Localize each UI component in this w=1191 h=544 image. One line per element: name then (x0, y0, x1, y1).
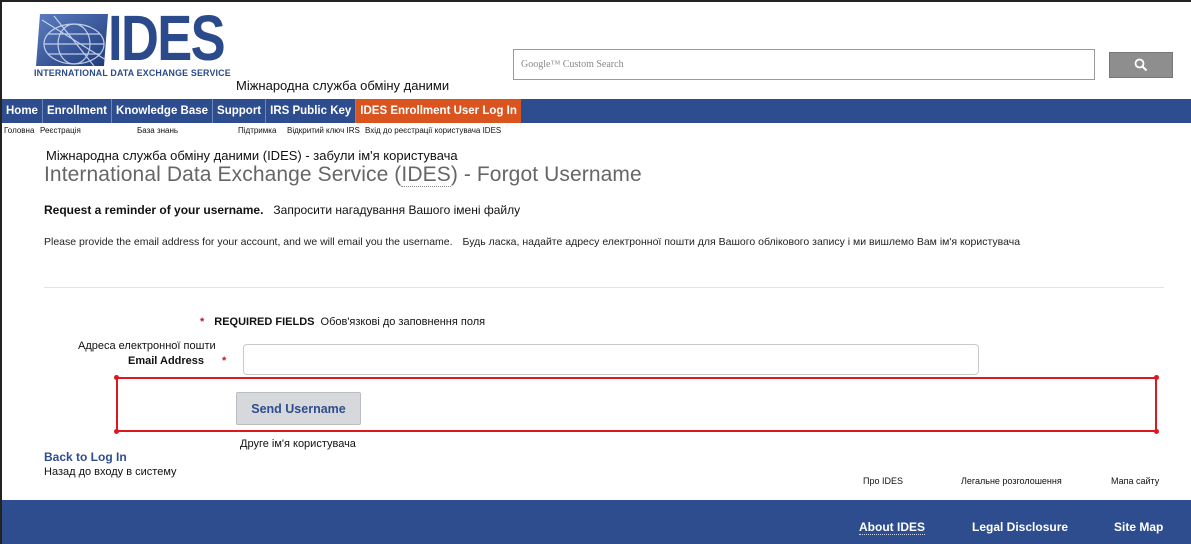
search-button[interactable] (1109, 52, 1173, 78)
nav-caption-enrollment-login: Вхід до реєстрації користувача IDES (365, 126, 502, 135)
footer-legal-ukrainian: Легальне розголошення (961, 476, 1062, 486)
logo-subtitle: INTERNATIONAL DATA EXCHANGE SERVICE (34, 68, 231, 79)
back-to-login-link[interactable]: Back to Log In (44, 450, 127, 464)
highlight-corner-dot (1154, 429, 1159, 434)
highlight-corner-dot (1154, 375, 1159, 380)
page-title: International Data Exchange Service (IDE… (44, 163, 642, 187)
title-abbr: IDES (401, 163, 451, 187)
highlight-corner-dot (114, 375, 119, 380)
instruction-text: Please provide the email address for you… (44, 236, 1020, 248)
footer-sitemap-link[interactable]: Site Map (1114, 520, 1163, 534)
nav-caption-support: Підтримка (238, 126, 277, 135)
nav-caption-home: Головна (4, 126, 35, 135)
title-suffix: ) - Forgot Username (450, 163, 642, 186)
email-label: Email Address (128, 355, 205, 367)
required-label-ukr: Обов'язкові до заповнення поля (320, 316, 486, 328)
search-placeholder: Google™ Custom Search (521, 59, 624, 70)
nav-item-enrollment-login[interactable]: IDES Enrollment User Log In (356, 99, 521, 123)
instruction-en: Please provide the email address for you… (44, 236, 453, 248)
nav-item-support[interactable]: Support (213, 99, 267, 123)
footer-sitemap-ukrainian: Мапа сайту (1111, 476, 1160, 486)
nav-item-enrollment[interactable]: Enrollment (43, 99, 113, 123)
footer-bar: About IDES Legal Disclosure Site Map (2, 500, 1191, 544)
nav-item-irs-public-key[interactable]: IRS Public Key (266, 99, 357, 123)
page-title-ukrainian: Міжнародна служба обміну даними (IDES) -… (46, 148, 458, 163)
nav-caption-knowledge-base: База знань (137, 126, 179, 135)
highlight-corner-dot (114, 429, 119, 434)
globe-logo-icon (36, 14, 108, 67)
footer-about-ukrainian: Про IDES (863, 476, 903, 486)
search-icon (1134, 58, 1148, 72)
instruction-ukr: Будь ласка, надайте адресу електронної п… (462, 236, 1021, 248)
nav-caption-enrollment: Реєстрація (40, 126, 81, 135)
divider (44, 287, 1164, 288)
required-star: * (200, 316, 205, 328)
email-label-ukrainian: Адреса електронної пошти (78, 340, 216, 352)
send-username-button[interactable]: Send Username (236, 392, 361, 425)
footer-about-link[interactable]: About IDES (859, 520, 925, 535)
page-frame (0, 0, 1191, 544)
back-to-login-ukrainian: Назад до входу в систему (44, 466, 177, 478)
request-heading: Request a reminder of your username. Запр… (44, 203, 520, 217)
required-label: REQUIRED FIELDS (214, 316, 315, 328)
request-heading-ukr: Запросити нагадування Вашого імені файлу (273, 203, 521, 217)
ides-logo[interactable]: IDES INTERNATIONAL DATA EXCHANGE SERVICE (34, 6, 234, 80)
email-required-star: * (222, 355, 227, 367)
nav-caption-irs-public-key: Відкритий ключ IRS (287, 126, 360, 135)
main-nav: Home Enrollment Knowledge Base Support I… (2, 99, 1191, 123)
email-field[interactable] (243, 344, 979, 375)
request-heading-en: Request a reminder of your username. (44, 203, 264, 217)
logo-wordmark: IDES (108, 2, 226, 74)
nav-item-home[interactable]: Home (2, 99, 43, 123)
logo-ukrainian-caption: Міжнародна служба обміну даними (236, 78, 450, 93)
send-username-ukrainian: Друге ім'я користувача (240, 438, 356, 450)
footer-legal-link[interactable]: Legal Disclosure (972, 520, 1068, 534)
search-input[interactable]: Google™ Custom Search (513, 49, 1095, 80)
nav-item-knowledge-base[interactable]: Knowledge Base (112, 99, 214, 123)
required-fields-note: * REQUIRED FIELDS Обов'язкові до заповненн… (200, 316, 485, 328)
title-prefix: International Data Exchange Service ( (44, 163, 402, 186)
